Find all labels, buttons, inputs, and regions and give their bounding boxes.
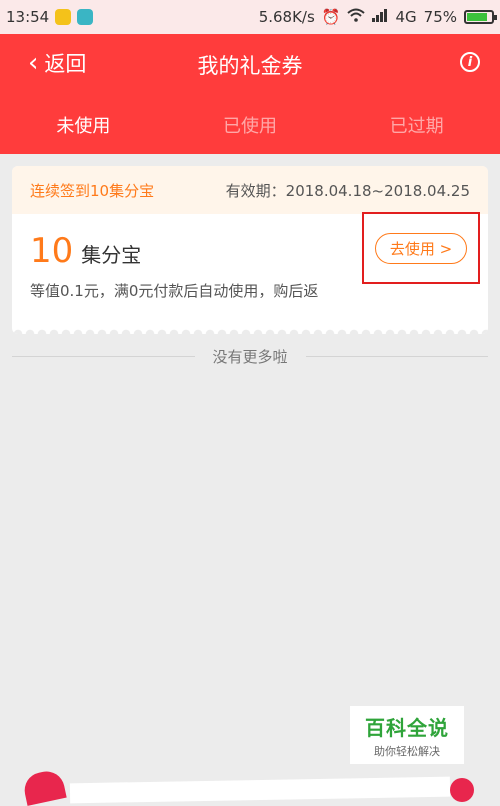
chevron-left-icon: ‹: [28, 48, 39, 78]
coupon-header: 连续签到10集分宝 有效期：2018.04.18~2018.04.25: [12, 166, 488, 214]
back-button[interactable]: ‹ 返回: [28, 48, 86, 78]
coupon-amount-number: 10: [30, 231, 74, 271]
network-type: 4G: [395, 8, 417, 26]
coupon-card: 连续签到10集分宝 有效期：2018.04.18~2018.04.25 10 集…: [12, 166, 488, 334]
signal-icon: [372, 8, 388, 26]
divider-left: [12, 356, 195, 357]
coupon-amount-unit: 集分宝: [81, 243, 142, 267]
coupon-source: 连续签到10集分宝: [30, 181, 155, 200]
notification-app-icon: [55, 9, 72, 25]
tab-used[interactable]: 已使用: [167, 112, 334, 138]
notification-scan-icon: [77, 9, 94, 25]
info-icon[interactable]: i: [460, 52, 480, 72]
app-header: ‹ 返回 我的礼金券 i 未使用 已使用 已过期: [0, 34, 500, 154]
back-label: 返回: [44, 52, 87, 76]
watermark-subtitle: 助你轻松解决: [374, 744, 440, 758]
coupon-scallop-edge: [12, 326, 488, 334]
battery-percent: 75%: [423, 8, 457, 26]
watermark-title: 百科全说: [365, 715, 449, 740]
use-coupon-button[interactable]: 去使用 >: [374, 232, 468, 264]
decoration-shape-left: [21, 768, 67, 806]
decoration-band: [69, 776, 451, 804]
watermark: 百科全说 助你轻松解决: [350, 706, 464, 764]
status-time: 13:54: [6, 8, 50, 26]
alarm-icon: ⏰: [321, 8, 341, 26]
divider-right: [305, 356, 489, 357]
end-of-list: 没有更多啦: [12, 346, 489, 367]
decoration-shape-right: [450, 778, 474, 802]
network-speed: 5.68K/s: [258, 8, 315, 26]
no-more-text: 没有更多啦: [212, 348, 288, 366]
wifi-icon: [347, 8, 366, 26]
coupon-validity: 有效期：2018.04.18~2018.04.25: [225, 181, 470, 200]
battery-icon: [464, 10, 497, 24]
status-bar: 13:54 5.68K/s ⏰ 4G 75%: [0, 0, 500, 34]
tab-bar: 未使用 已使用 已过期: [0, 96, 500, 154]
nav-bar: ‹ 返回 我的礼金券 i: [0, 34, 500, 96]
tab-unused[interactable]: 未使用: [0, 112, 167, 138]
tab-expired[interactable]: 已过期: [333, 112, 500, 138]
use-button-highlight: 去使用 >: [362, 212, 480, 284]
